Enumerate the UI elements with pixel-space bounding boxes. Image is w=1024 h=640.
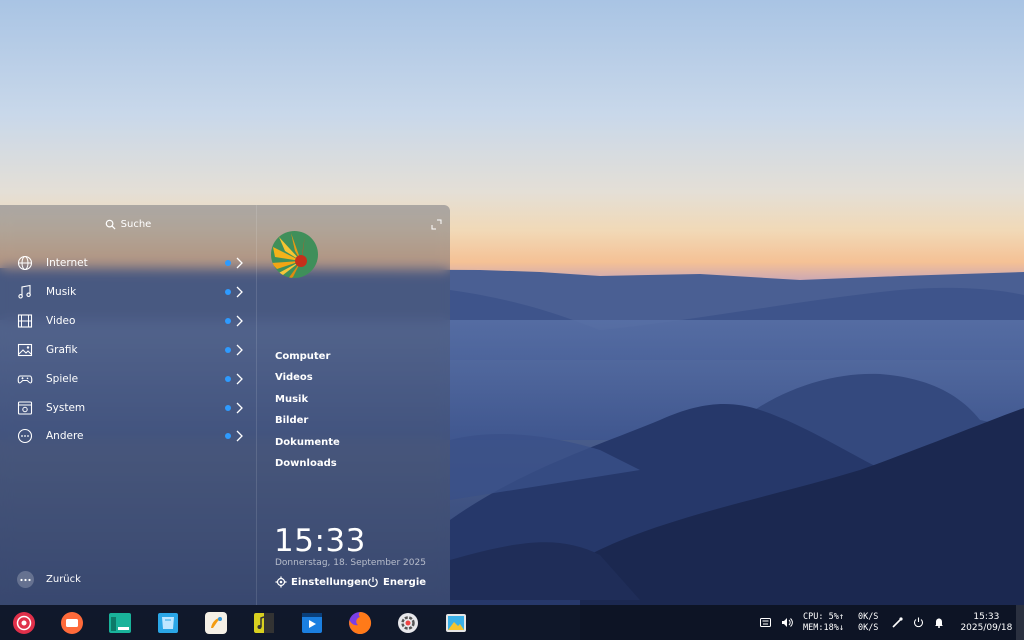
net-download: 0K/S [857,622,879,633]
place-pictures[interactable]: Bilder [275,415,308,426]
category-andere[interactable]: Andere [0,422,256,450]
globe-icon [17,255,33,271]
chevron-right-icon [236,315,243,327]
place-music[interactable]: Musik [275,394,308,405]
category-label: Grafik [46,344,78,356]
launcher-category-pane: Suche Internet Musik Video Grafik Spiele… [0,205,257,605]
gamepad-icon [17,375,33,384]
new-indicator-dot [225,433,231,439]
film-icon [17,314,33,328]
image-icon [17,343,33,357]
fullscreen-toggle-icon[interactable] [431,219,442,230]
video-player-icon[interactable] [300,611,324,635]
place-computer[interactable]: Computer [275,351,330,362]
power-tray-icon[interactable] [913,617,924,628]
more-icon [17,428,33,444]
new-indicator-dot [225,318,231,324]
file-manager-icon[interactable] [108,611,132,635]
search-label: Suche [120,218,152,230]
power-button[interactable]: Energie [367,576,426,588]
taskbar-dock: CPU: 5%↑ MEM:18%↓ 0K/S 0K/S 15:33 2025/0… [0,605,1024,640]
music-icon [18,284,31,299]
cpu-mem-monitor[interactable]: CPU: 5%↑ MEM:18%↓ [803,612,844,634]
category-label: Andere [46,430,84,442]
new-indicator-dot [225,376,231,382]
category-spiele[interactable]: Spiele [0,365,256,393]
firefox-icon[interactable] [348,611,372,635]
place-downloads[interactable]: Downloads [275,458,337,469]
tray-clock[interactable]: 15:33 2025/09/18 [960,612,1012,634]
settings-button[interactable]: Einstellungen [275,576,368,588]
multitasking-icon[interactable] [60,611,84,635]
chevron-right-icon [236,373,243,385]
image-viewer-icon[interactable] [444,611,468,635]
category-internet[interactable]: Internet [0,249,256,277]
chevron-right-icon [236,286,243,298]
back-button[interactable]: Zurück [17,571,81,588]
clock-time: 15:33 [274,523,366,559]
category-musik[interactable]: Musik [0,278,256,306]
notification-bell-icon[interactable] [934,617,944,628]
power-label: Energie [383,576,427,588]
category-label: Spiele [46,373,79,385]
category-label: Internet [46,257,88,269]
chevron-right-icon [236,430,243,442]
category-grafik[interactable]: Grafik [0,336,256,364]
launcher-places-pane: Computer Videos Musik Bilder Dokumente D… [257,205,450,605]
app-store-icon[interactable] [156,611,180,635]
screenshot-tool-icon[interactable] [892,617,904,628]
back-label: Zurück [46,574,81,585]
network-monitor[interactable]: 0K/S 0K/S [858,612,878,634]
new-indicator-dot [225,289,231,295]
new-indicator-dot [225,260,231,266]
launcher-icon[interactable] [12,611,36,635]
place-documents[interactable]: Dokumente [275,437,340,448]
category-label: Musik [46,286,77,298]
new-indicator-dot [225,347,231,353]
chevron-right-icon [236,344,243,356]
system-tray: CPU: 5%↑ MEM:18%↓ 0K/S 0K/S 15:33 2025/0… [760,605,1012,640]
category-system[interactable]: System [0,394,256,422]
user-avatar[interactable] [271,231,318,278]
new-indicator-dot [225,405,231,411]
category-label: Video [46,315,76,327]
more-dots-icon [17,571,34,588]
net-upload: 0K/S [857,611,879,622]
music-player-icon[interactable] [252,611,276,635]
cpu-usage: CPU: 5%↑ [803,611,844,622]
system-icon [17,401,33,415]
volume-icon[interactable] [781,617,793,628]
app-launcher: Suche Internet Musik Video Grafik Spiele… [0,205,450,605]
search-field[interactable]: Suche [0,213,256,235]
gear-icon [275,576,287,588]
search-icon [105,219,116,230]
place-videos[interactable]: Videos [275,372,313,383]
tray-date: 2025/09/18 [960,622,1013,633]
mem-usage: MEM:18%↓ [803,622,844,633]
show-desktop-button[interactable] [1016,605,1024,640]
category-label: System [46,402,86,414]
tray-time: 15:33 [973,611,1000,622]
chevron-right-icon [236,402,243,414]
settings-icon[interactable] [396,611,420,635]
settings-label: Einstellungen [291,576,369,588]
power-icon [368,577,378,588]
clock-date: Donnerstag, 18. September 2025 [275,558,426,568]
category-video[interactable]: Video [0,307,256,335]
keyboard-icon[interactable] [760,618,771,627]
chevron-right-icon [236,257,243,269]
draw-icon[interactable] [204,611,228,635]
